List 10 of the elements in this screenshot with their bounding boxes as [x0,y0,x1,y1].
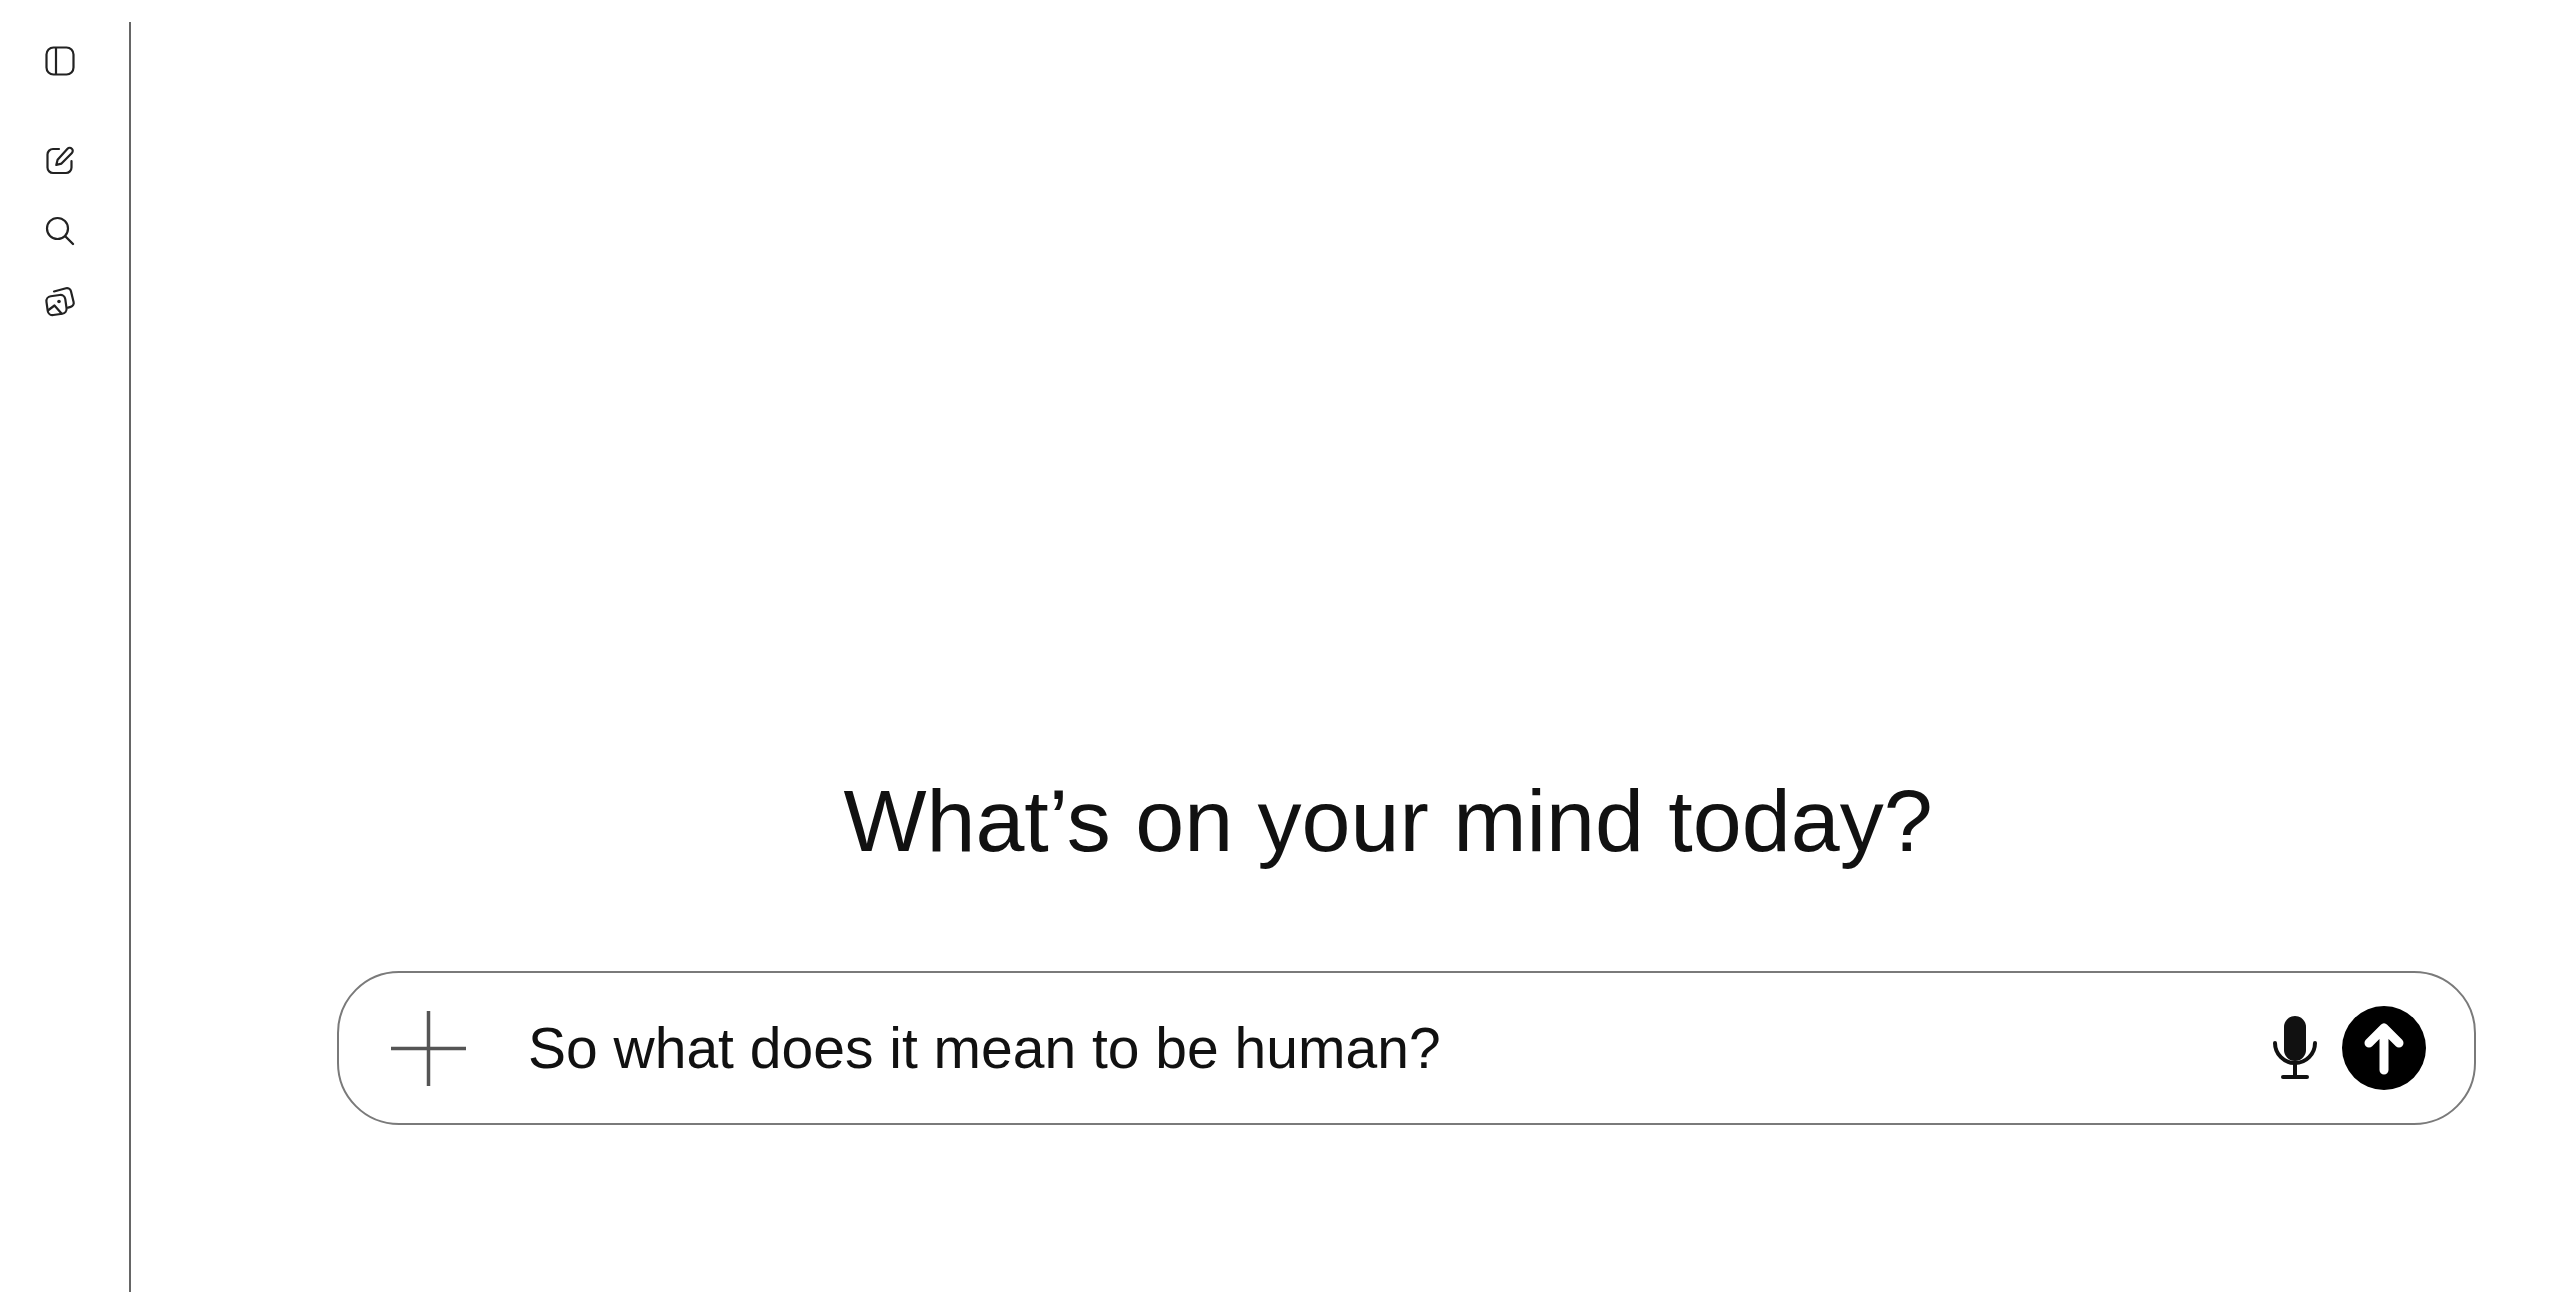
message-composer[interactable]: So what does it mean to be human? [337,971,2476,1125]
message-input[interactable]: So what does it mean to be human? [528,1016,2232,1080]
images-icon[interactable] [44,285,76,317]
greeting-heading: What’s on your mind today? [843,770,1933,871]
panel-icon[interactable] [44,45,76,77]
up-arrow-circle-icon[interactable] [2342,1006,2426,1090]
pencil-square-icon[interactable] [44,145,76,177]
plus-icon[interactable] [391,1010,466,1086]
microphone-icon[interactable] [2272,1016,2318,1080]
search-icon[interactable] [44,215,76,247]
